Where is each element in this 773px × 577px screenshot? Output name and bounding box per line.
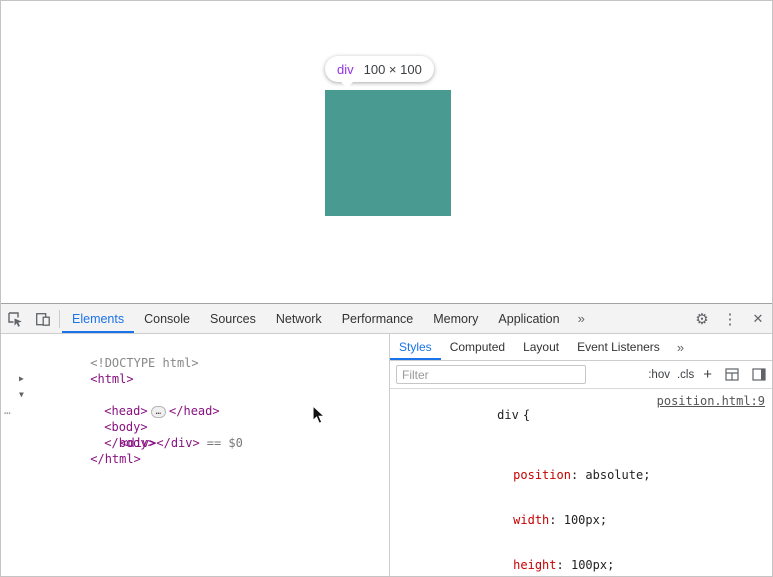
- tab-sources[interactable]: Sources: [200, 304, 266, 333]
- css-rules-list: div{ position.html:9 positionabsolute wi…: [390, 389, 772, 577]
- toggle-hover-state-button[interactable]: :hov: [648, 369, 670, 381]
- devtools-toolbar: Elements Console Sources Network Perform…: [1, 304, 772, 334]
- dom-node-body-close[interactable]: </body>: [1, 419, 389, 435]
- styles-more-tabs-chevron-icon[interactable]: »: [669, 340, 692, 355]
- tab-event-listeners[interactable]: Event Listeners: [568, 334, 669, 360]
- tab-application[interactable]: Application: [488, 304, 569, 333]
- page-viewport: div 100 × 100: [1, 1, 772, 303]
- browser-window: div 100 × 100 Elements Console: [0, 0, 773, 577]
- rule-selector-line[interactable]: div{ position.html:9: [390, 393, 772, 453]
- tooltip-dimensions: 100 × 100: [364, 62, 422, 77]
- collapsed-arrow-icon[interactable]: ▶: [19, 371, 30, 387]
- tab-performance[interactable]: Performance: [332, 304, 424, 333]
- elements-dom-tree: <!DOCTYPE html> <html> ▶ <head>…</head> …: [1, 334, 390, 577]
- settings-gear-icon[interactable]: ⚙: [688, 304, 716, 333]
- close-devtools-icon[interactable]: ✕: [744, 304, 772, 333]
- more-options-icon[interactable]: ⋮: [716, 304, 744, 333]
- css-property-width[interactable]: width100px: [390, 498, 772, 543]
- expanded-arrow-icon[interactable]: ▼: [19, 387, 30, 403]
- element-classes-button[interactable]: .cls: [677, 369, 694, 381]
- dom-node-doctype[interactable]: <!DOCTYPE html>: [1, 339, 389, 355]
- toolbar-separator: [59, 310, 60, 328]
- tab-console[interactable]: Console: [134, 304, 200, 333]
- styles-filter-input[interactable]: [396, 365, 586, 384]
- tooltip-tag-name: div: [337, 62, 354, 77]
- dom-node-div-selected[interactable]: … <div></div>== $0: [1, 403, 389, 419]
- styles-sidebar: Styles Computed Layout Event Listeners »…: [390, 334, 772, 577]
- stylesheet-source-link[interactable]: position.html:9: [657, 394, 765, 409]
- dom-node-body-open[interactable]: ▼ <body>: [1, 387, 389, 403]
- dom-node-html-close[interactable]: </html>: [1, 435, 389, 451]
- more-tabs-chevron-icon[interactable]: »: [570, 311, 593, 326]
- tab-network[interactable]: Network: [266, 304, 332, 333]
- styles-filter-bar: :hov .cls +: [390, 361, 772, 389]
- tab-layout[interactable]: Layout: [514, 334, 568, 360]
- new-style-rule-button[interactable]: +: [703, 366, 712, 383]
- tab-computed[interactable]: Computed: [441, 334, 514, 360]
- inspect-tooltip: div 100 × 100: [325, 56, 434, 82]
- devtools-panel: Elements Console Sources Network Perform…: [1, 303, 772, 577]
- dom-node-html-open[interactable]: <html>: [1, 355, 389, 371]
- css-property-position[interactable]: positionabsolute: [390, 453, 772, 498]
- computed-styles-icon[interactable]: [725, 368, 739, 381]
- toolbar-right-controls: ⚙ ⋮ ✕: [688, 304, 772, 333]
- toggle-sidebar-icon[interactable]: [752, 368, 766, 381]
- devtools-body: <!DOCTYPE html> <html> ▶ <head>…</head> …: [1, 334, 772, 577]
- tab-memory[interactable]: Memory: [423, 304, 488, 333]
- css-rule-authored: div{ position.html:9 positionabsolute wi…: [390, 389, 772, 577]
- node-actions-dots-icon[interactable]: …: [4, 403, 11, 419]
- tab-elements[interactable]: Elements: [62, 304, 134, 333]
- inspected-div-highlight[interactable]: [325, 90, 451, 216]
- inspect-element-icon[interactable]: [1, 304, 29, 333]
- css-property-height[interactable]: height100px: [390, 543, 772, 577]
- dom-node-head[interactable]: ▶ <head>…</head>: [1, 371, 389, 387]
- tab-styles[interactable]: Styles: [390, 334, 441, 360]
- device-toolbar-icon[interactable]: [29, 304, 57, 333]
- styles-tab-bar: Styles Computed Layout Event Listeners »: [390, 334, 772, 361]
